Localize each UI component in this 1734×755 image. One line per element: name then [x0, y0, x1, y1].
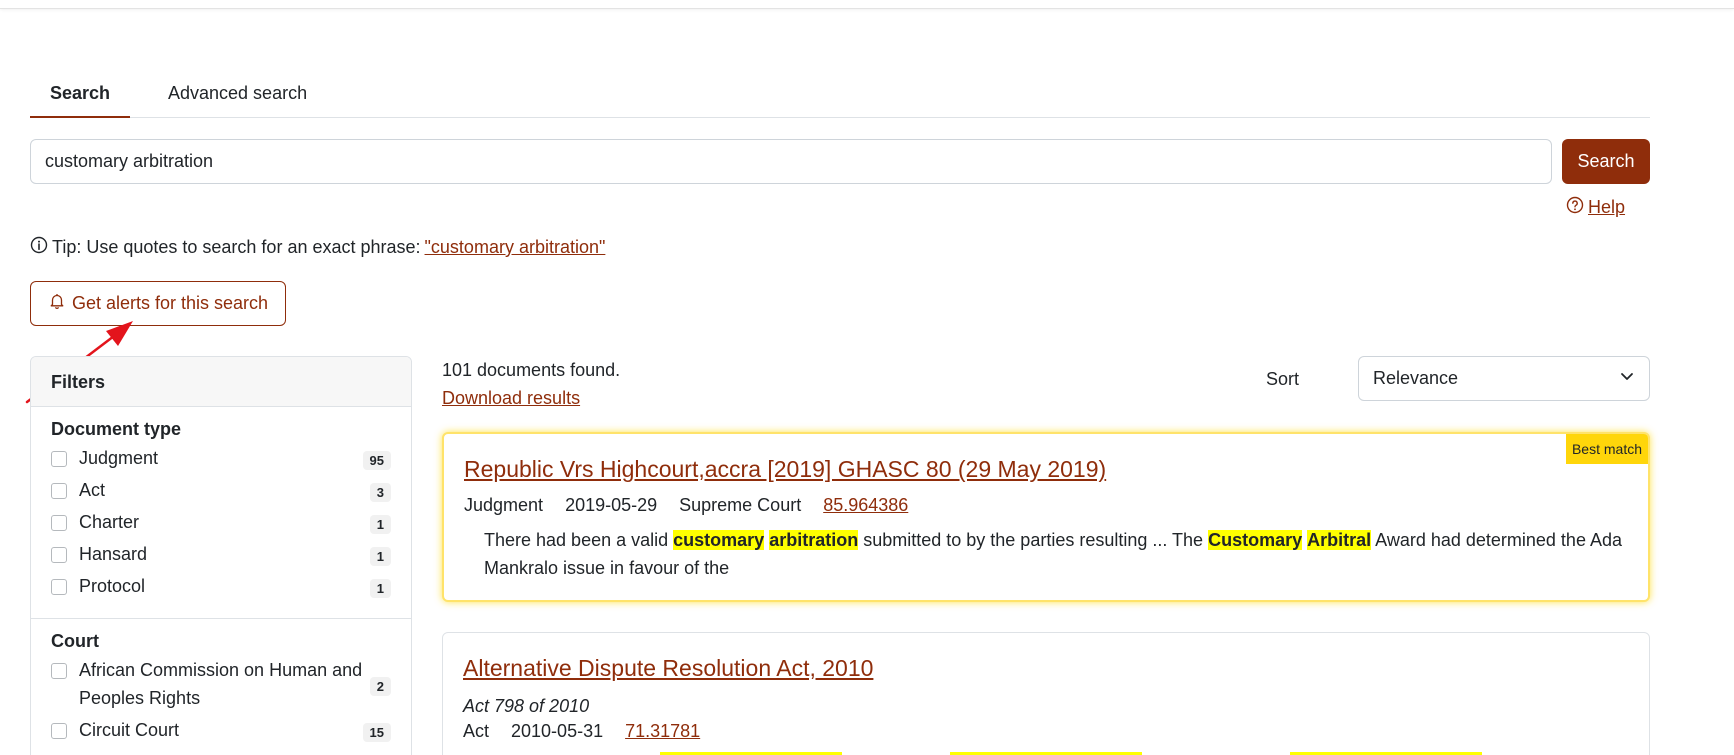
snippet-text: submitted to by the parties resulting ..… — [858, 530, 1209, 550]
result-title-link[interactable]: Republic Vrs Highcourt,accra [2019] GHAS… — [464, 456, 1106, 483]
top-bar-divider — [0, 0, 1734, 9]
filter-checkbox[interactable] — [51, 515, 67, 531]
filter-count: 1 — [369, 514, 391, 534]
filter-group-document-type: Document type Judgment 95 Act 3 Charter … — [31, 407, 411, 619]
snippet-highlight: Customary — [1208, 530, 1303, 550]
filter-checkbox[interactable] — [51, 483, 67, 499]
tab-search[interactable]: Search — [30, 82, 131, 118]
get-alerts-button[interactable]: Get alerts for this search — [30, 281, 286, 326]
filter-count: 2 — [369, 676, 391, 696]
filter-label: Protocol — [79, 576, 146, 596]
snippet-highlight: arbitration — [769, 530, 859, 550]
search-tabs: Search Advanced search — [30, 72, 1650, 118]
document-type-heading: Document type — [51, 419, 182, 439]
tab-advanced-search[interactable]: Advanced search — [148, 82, 327, 117]
download-results-link[interactable]: Download results — [442, 388, 580, 409]
result-card: Best match Republic Vrs Highcourt,accra … — [442, 432, 1650, 602]
search-button[interactable]: Search — [1562, 139, 1650, 184]
snippet-highlight: customary — [673, 530, 765, 550]
result-title-link[interactable]: Alternative Dispute Resolution Act, 2010 — [463, 655, 873, 682]
sort-value: Relevance — [1373, 368, 1459, 388]
sort-label: Sort — [1266, 369, 1300, 389]
filters-panel: Filters Document type Judgment 95 Act 3 … — [30, 356, 412, 755]
info-circle-icon — [30, 236, 48, 259]
filter-item[interactable]: Circuit Court 15 — [51, 720, 391, 744]
result-card: Alternative Dispute Resolution Act, 2010… — [442, 632, 1650, 755]
result-date: 2019-05-29 — [565, 495, 658, 515]
filter-group-court: Court African Commission on Human and Pe… — [31, 619, 411, 755]
filter-item[interactable]: Act 3 — [51, 480, 391, 504]
bell-icon — [48, 292, 66, 315]
results-count: 101 documents found. — [442, 360, 621, 380]
filter-count: 3 — [369, 482, 391, 502]
filters-title: Filters — [31, 357, 411, 407]
result-date: 2010-05-31 — [511, 721, 604, 741]
help-label: Help — [1588, 197, 1626, 217]
filter-label: Circuit Court — [79, 720, 180, 740]
filter-checkbox[interactable] — [51, 723, 67, 739]
result-score-link[interactable]: 71.31781 — [625, 721, 700, 742]
snippet-highlight: Arbitral — [1307, 530, 1372, 550]
filter-item[interactable]: Protocol 1 — [51, 576, 391, 600]
filter-item[interactable]: Hansard 1 — [51, 544, 391, 568]
get-alerts-label: Get alerts for this search — [71, 293, 269, 313]
court-heading: Court — [51, 631, 99, 651]
filter-item[interactable]: Judgment 95 — [51, 448, 391, 472]
filter-item[interactable]: African Commission on Human and Peoples … — [51, 660, 391, 712]
filter-label: Act — [79, 480, 106, 500]
filter-count: 1 — [369, 578, 391, 598]
result-doc-type: Act — [463, 721, 490, 741]
best-match-badge: Best match — [1565, 434, 1648, 464]
tip-exact-phrase-link[interactable]: "customary arbitration" — [425, 237, 606, 258]
snippet-text: There had been a valid — [484, 530, 674, 550]
chevron-down-icon — [1619, 368, 1635, 389]
sort-select[interactable]: Relevance — [1358, 356, 1650, 401]
filter-label: African Commission on Human and Peoples … — [79, 660, 363, 708]
filter-item[interactable]: Charter 1 — [51, 512, 391, 536]
filter-count: 1 — [369, 546, 391, 566]
result-meta: Act 2010-05-31 71.31781 — [463, 721, 1629, 742]
result-meta: Judgment 2019-05-29 Supreme Court 85.964… — [464, 495, 1628, 516]
filter-count: 95 — [362, 450, 391, 470]
filter-label: Charter — [79, 512, 140, 532]
filter-checkbox[interactable] — [51, 451, 67, 467]
result-snippet: There had been a valid customary arbitra… — [484, 526, 1628, 582]
result-score-link[interactable]: 85.964386 — [823, 495, 908, 516]
filter-checkbox[interactable] — [51, 547, 67, 563]
tip-text: Tip: Use quotes to search for an exact p… — [52, 237, 421, 257]
filter-label: Hansard — [79, 544, 148, 564]
filter-checkbox[interactable] — [51, 663, 67, 679]
search-input[interactable] — [30, 139, 1552, 184]
result-subtitle: Act 798 of 2010 — [463, 696, 590, 716]
filter-checkbox[interactable] — [51, 579, 67, 595]
search-tip: Tip: Use quotes to search for an exact p… — [30, 236, 605, 259]
filter-count: 15 — [362, 722, 391, 742]
question-circle-icon — [1566, 196, 1584, 219]
result-doc-type: Judgment — [464, 495, 544, 515]
result-court: Supreme Court — [679, 495, 802, 515]
filter-label: Judgment — [79, 448, 159, 468]
help-link[interactable]: Help — [1566, 196, 1625, 219]
